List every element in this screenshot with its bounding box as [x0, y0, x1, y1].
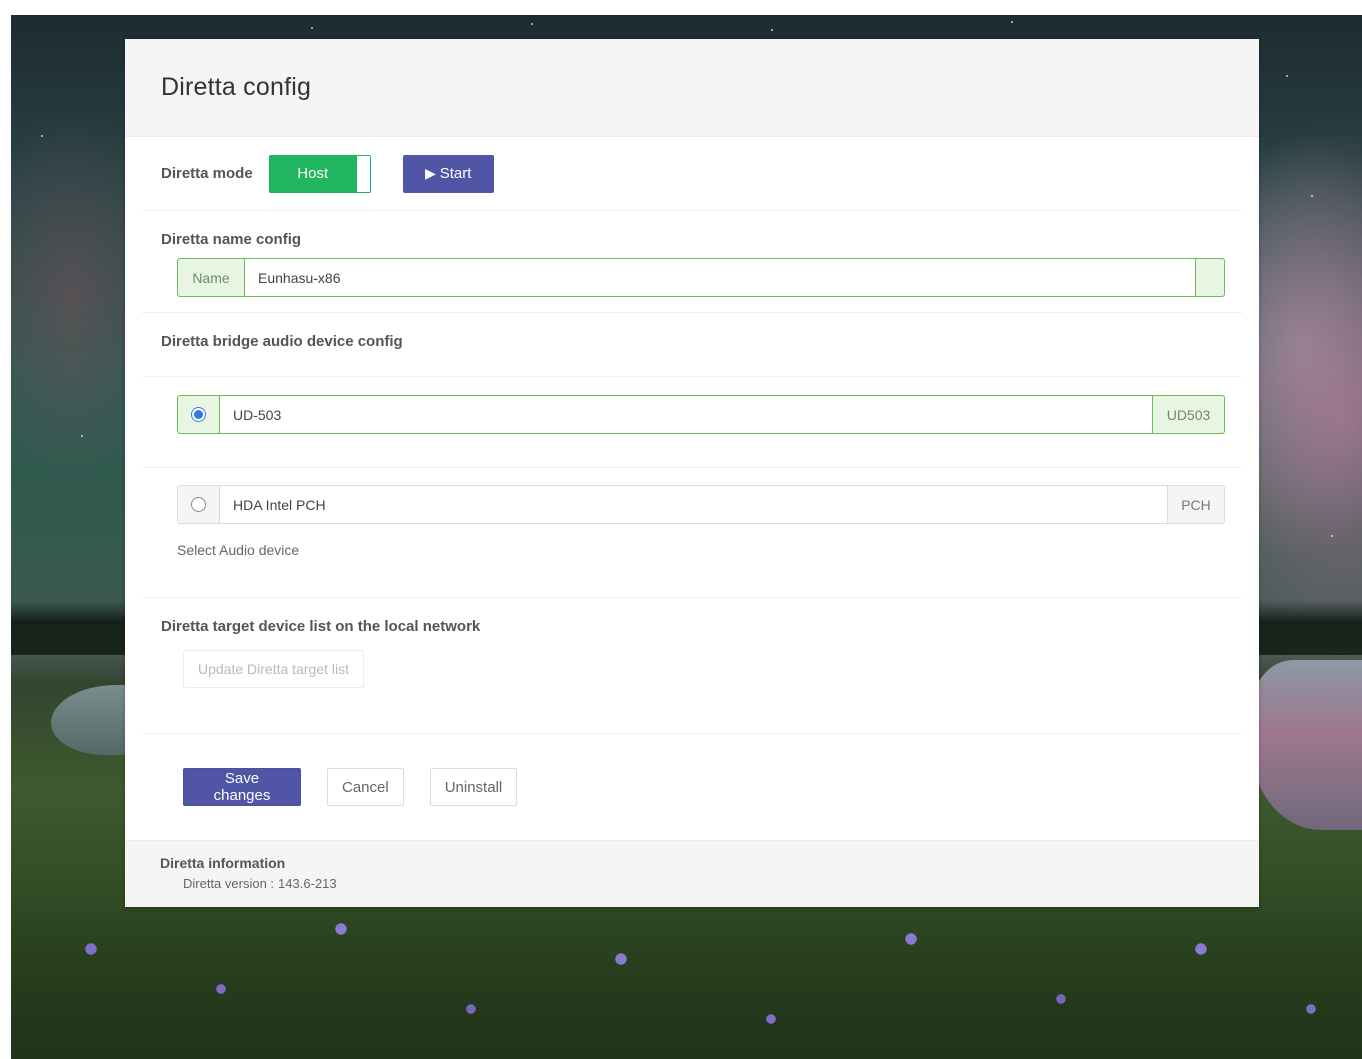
device-radio-addon: [177, 485, 220, 524]
target-label: Diretta target device list on the local …: [161, 618, 481, 635]
info-label: Diretta information: [160, 855, 286, 871]
device-radio-unselected[interactable]: [191, 497, 206, 512]
device-radio-selected[interactable]: [191, 407, 206, 422]
bridge-section-header: Diretta bridge audio device config: [142, 313, 1242, 377]
device-row-pch: HDA Intel PCH PCH Select Audio device: [142, 468, 1242, 598]
cancel-button[interactable]: Cancel: [327, 768, 404, 806]
mode-toggle-knob: [355, 155, 370, 192]
save-changes-button[interactable]: Save changes: [183, 768, 301, 806]
device-input-group: HDA Intel PCH PCH: [177, 485, 1225, 524]
name-input[interactable]: Eunhasu-x86: [245, 258, 1196, 297]
device-code: PCH: [1168, 485, 1225, 524]
select-audio-hint: Select Audio device: [177, 542, 300, 558]
lake-right: [1251, 660, 1362, 830]
start-button[interactable]: ▶ Start: [402, 154, 494, 193]
device-row-ud503: UD-503 UD503: [142, 377, 1242, 468]
meadow-flowers: [11, 889, 1362, 1059]
mode-label: Diretta mode: [161, 165, 253, 182]
device-name: HDA Intel PCH: [220, 485, 1168, 524]
name-input-addon-right: [1196, 258, 1225, 297]
name-config-section: Diretta name config Name Eunhasu-x86: [142, 211, 1242, 313]
play-icon: ▶: [424, 165, 436, 181]
name-input-group: Name Eunhasu-x86: [177, 258, 1225, 297]
device-radio-addon: [177, 395, 220, 434]
info-footer: Diretta information Diretta version : 14…: [125, 840, 1259, 907]
device-code: UD503: [1153, 395, 1225, 434]
target-section: Diretta target device list on the local …: [142, 598, 1242, 734]
name-config-label: Diretta name config: [161, 231, 302, 248]
mode-section: Diretta mode Host ▶ Start: [142, 137, 1242, 211]
version-value: 143.6-213: [278, 876, 337, 891]
device-name: UD-503: [220, 395, 1153, 434]
device-input-group: UD-503 UD503: [177, 395, 1225, 434]
uninstall-button[interactable]: Uninstall: [429, 768, 518, 806]
version-line: Diretta version : 143.6-213: [183, 876, 1259, 891]
mode-toggle[interactable]: Host: [268, 154, 371, 193]
version-label: Diretta version :: [183, 876, 275, 891]
start-button-label: Start: [439, 165, 472, 182]
name-addon: Name: [177, 258, 245, 297]
bridge-label: Diretta bridge audio device config: [161, 333, 403, 350]
action-buttons: Save changes Cancel Uninstall: [125, 734, 1259, 839]
update-target-list-button[interactable]: Update Diretta target list: [183, 650, 364, 688]
diretta-config-panel: Diretta config Diretta mode Host ▶ Start…: [125, 39, 1259, 907]
page-title: Diretta config: [161, 73, 312, 101]
panel-header: Diretta config: [125, 39, 1259, 137]
mode-toggle-label: Host: [269, 155, 356, 192]
